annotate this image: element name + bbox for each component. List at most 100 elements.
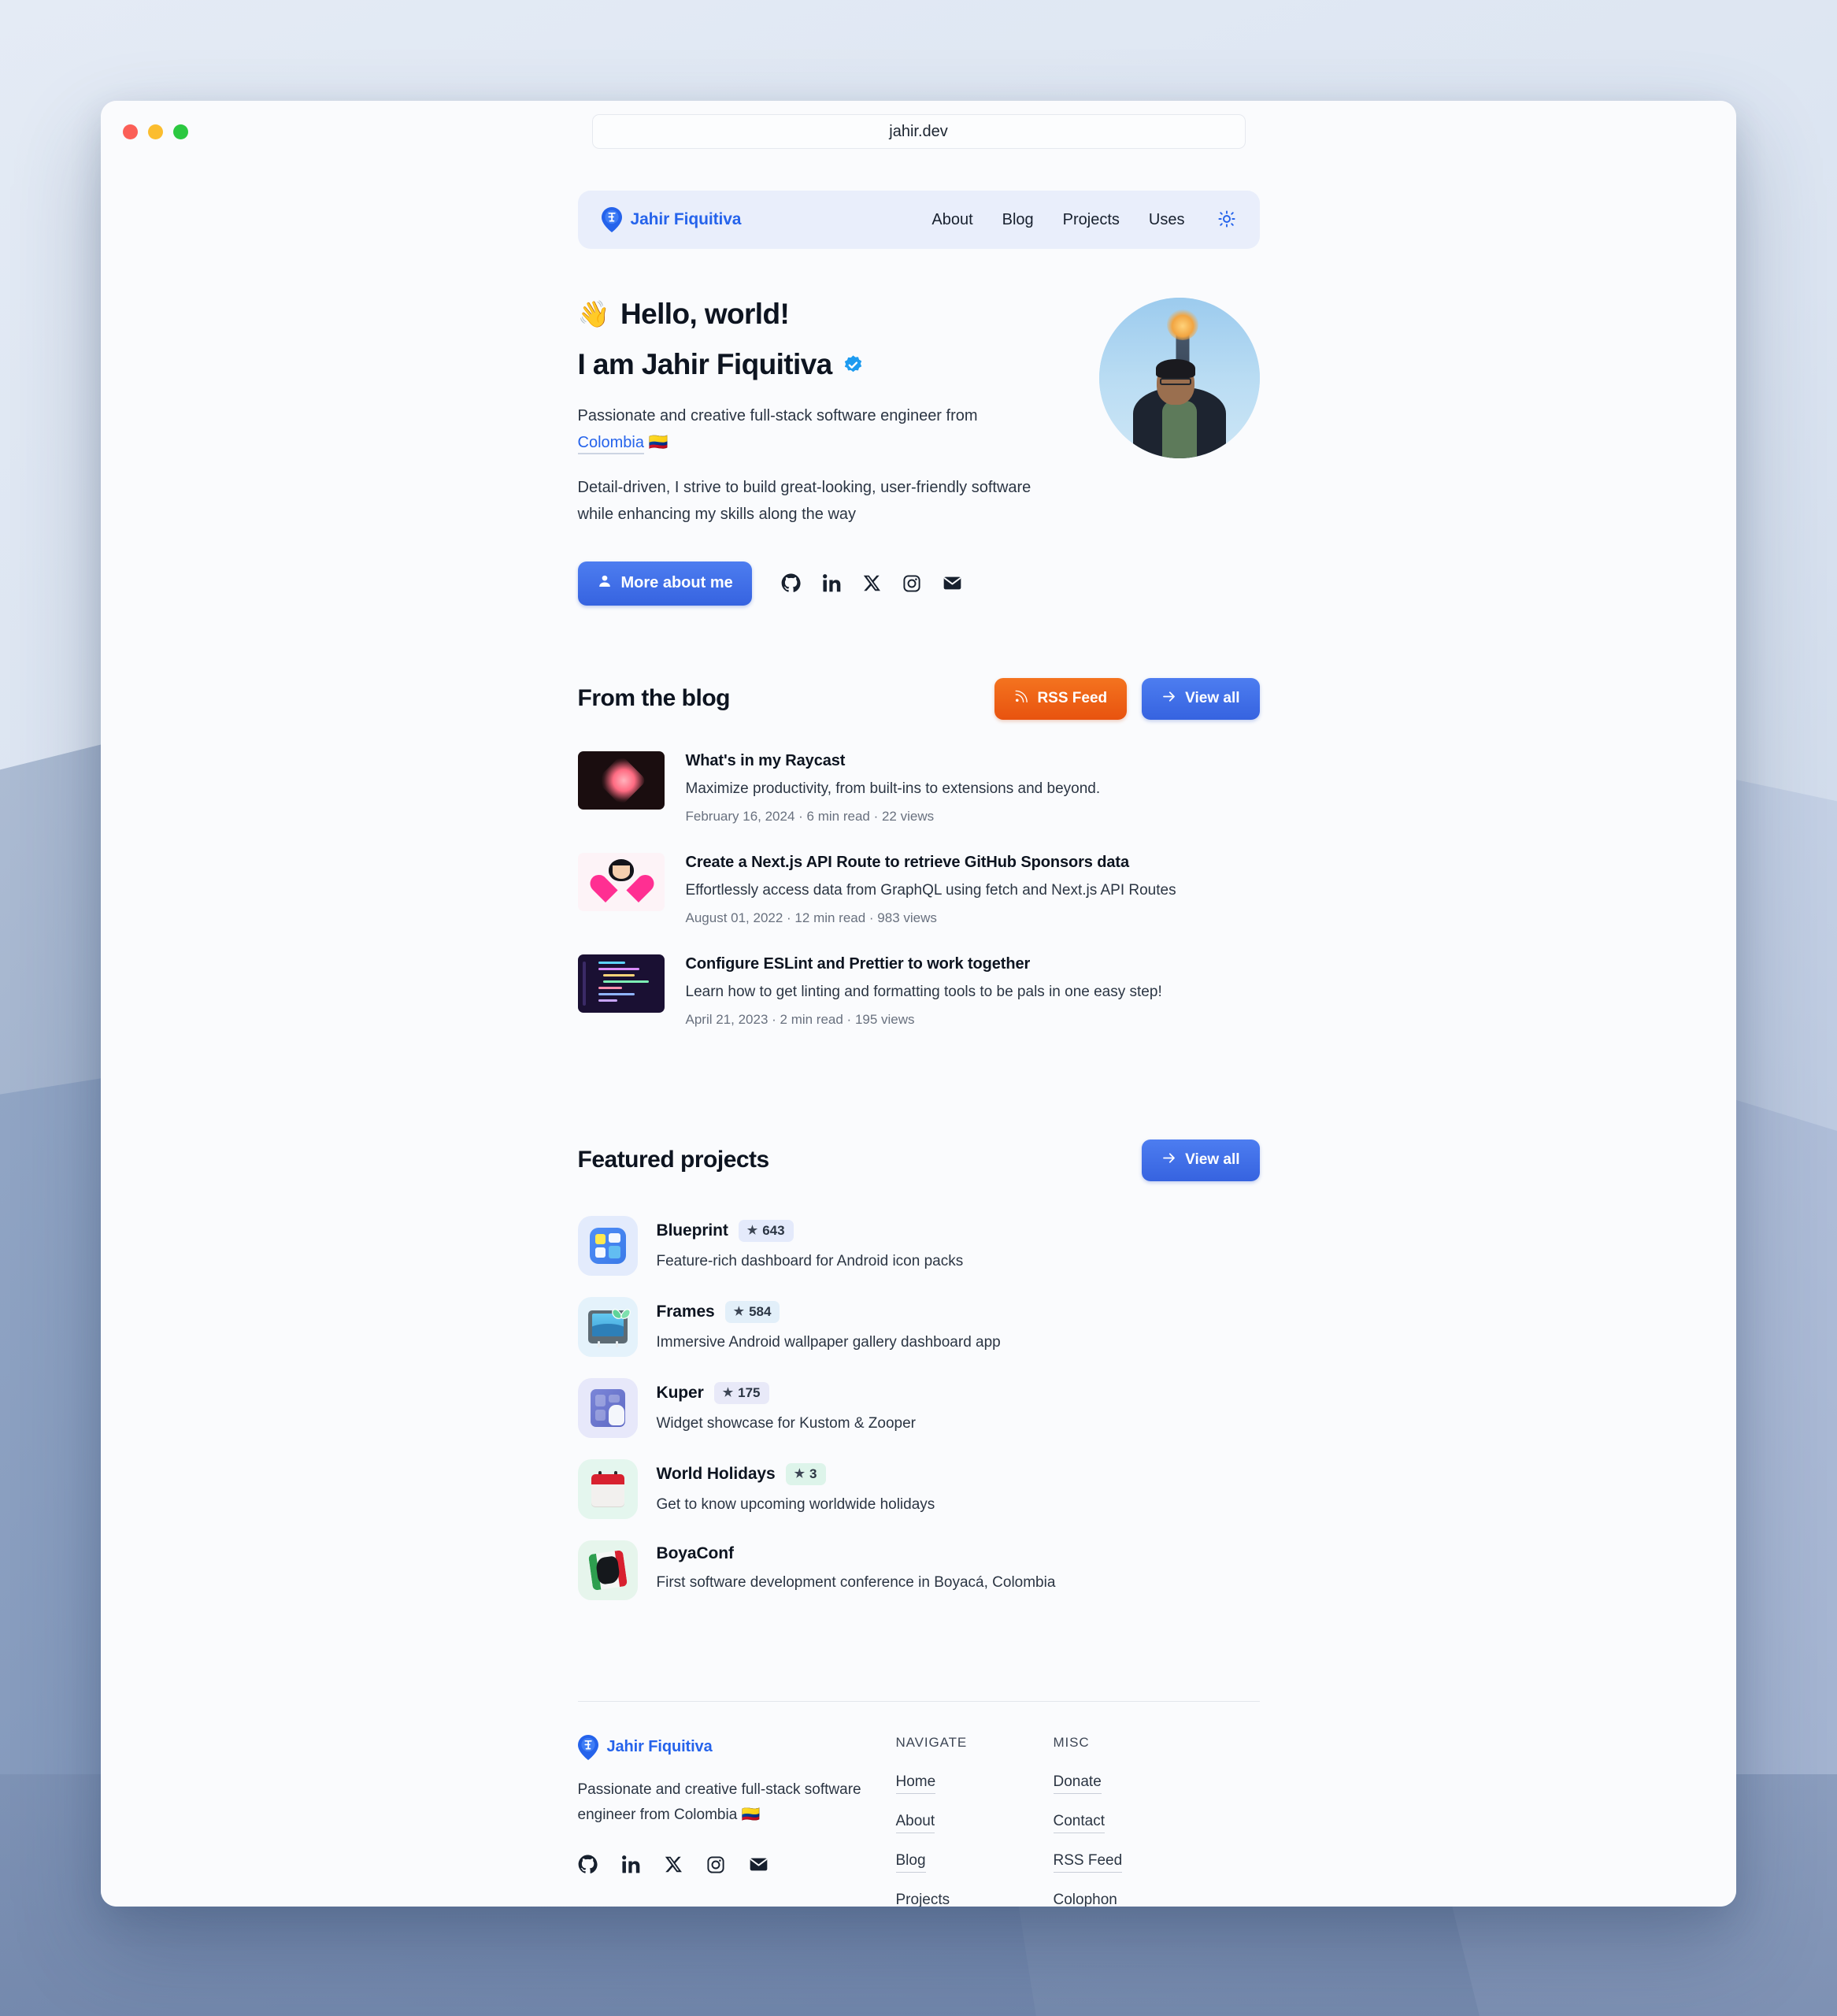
code-line: [598, 992, 635, 995]
minimize-window-button[interactable]: [148, 124, 163, 139]
nav-item-uses[interactable]: Uses: [1149, 211, 1185, 229]
avatar-shirt: [1161, 400, 1197, 458]
footer-description: Passionate and creative full-stack softw…: [577, 1781, 861, 1823]
project-description: First software development conference in…: [656, 1573, 1056, 1591]
avatar-glasses: [1160, 378, 1192, 385]
x-icon[interactable]: [863, 574, 881, 592]
project-item[interactable]: Frames ★ 584 Immersive Android wallpaper…: [577, 1296, 1260, 1357]
arrow-right-icon: [1161, 1151, 1176, 1170]
blog-section: From the blog RSS Feed View all What's i…: [577, 677, 1260, 1028]
project-name: Kuper: [656, 1383, 704, 1402]
blog-post-description: Maximize productivity, from built-ins to…: [685, 780, 1101, 797]
boyaconf-map-shape: [594, 1555, 620, 1585]
blog-post-title: Create a Next.js API Route to retrieve G…: [685, 853, 1130, 871]
github-icon[interactable]: [781, 573, 801, 593]
site-logo-link[interactable]: Jahir Fiquitiva: [601, 207, 741, 232]
site-footer: Jahir Fiquitiva Passionate and creative …: [577, 1734, 1260, 1907]
linkedin-icon[interactable]: [822, 573, 842, 593]
blog-post-meta: August 01, 2022 · 12 min read · 983 view…: [685, 910, 937, 925]
icon-cell: [594, 1233, 606, 1244]
hero-bio-text: Passionate and creative full-stack softw…: [577, 407, 978, 424]
instagram-icon[interactable]: [902, 574, 921, 593]
project-item[interactable]: Blueprint ★ 643 Feature-rich dashboard f…: [577, 1215, 1260, 1276]
project-item[interactable]: BoyaConf First software development conf…: [577, 1540, 1260, 1600]
footer-link-colophon[interactable]: Colophon: [1054, 1892, 1117, 1907]
blog-post-item[interactable]: What's in my Raycast Maximize productivi…: [577, 750, 1260, 825]
footer-divider: [577, 1700, 1260, 1702]
more-about-me-button[interactable]: More about me: [577, 561, 752, 606]
blog-post-meta: February 16, 2024 · 6 min read · 22 view…: [685, 808, 935, 824]
footer-link-rss-feed[interactable]: RSS Feed: [1053, 1852, 1123, 1873]
x-icon[interactable]: [665, 1855, 683, 1873]
hero-greeting-text: Hello, world!: [620, 298, 790, 330]
footer-link-projects[interactable]: Projects: [896, 1892, 950, 1907]
blog-view-all-button[interactable]: View all: [1142, 677, 1260, 720]
footer-logo-link[interactable]: Jahir Fiquitiva: [577, 1734, 896, 1760]
footer-link-contact[interactable]: Contact: [1053, 1813, 1105, 1833]
rss-feed-label: RSS Feed: [1037, 690, 1108, 707]
pin-logo-icon: [577, 1734, 598, 1760]
project-item[interactable]: Kuper ★ 175 Widget showcase for Kustom &…: [577, 1377, 1260, 1438]
colombia-flag-icon: 🇨🇴: [648, 434, 669, 452]
blog-view-all-label: View all: [1185, 690, 1240, 707]
nav-item-projects[interactable]: Projects: [1063, 211, 1120, 229]
projects-section: Featured projects View all Blueprint ★ 6…: [577, 1139, 1260, 1600]
theme-toggle-button[interactable]: [1217, 209, 1236, 231]
verified-badge-icon: [843, 354, 864, 376]
instagram-icon[interactable]: [706, 1855, 725, 1874]
raycast-glow: [594, 754, 647, 806]
star-badge: ★ 175: [713, 1381, 769, 1404]
avatar-hair: [1156, 358, 1196, 378]
blog-post-description: Effortlessly access data from GraphQL us…: [685, 881, 1176, 899]
linkedin-icon[interactable]: [621, 1855, 641, 1874]
email-icon[interactable]: [749, 1855, 769, 1874]
hero-greeting: 👋 Hello, world!: [578, 298, 1076, 331]
avatar: [1098, 298, 1260, 458]
code-line: [598, 999, 617, 1002]
code-line: [598, 986, 622, 989]
projects-section-title: Featured projects: [577, 1147, 770, 1173]
footer-link-donate[interactable]: Donate: [1053, 1773, 1102, 1794]
blog-section-title: From the blog: [577, 685, 731, 712]
projects-view-all-button[interactable]: View all: [1142, 1139, 1260, 1181]
browser-window: jahir.dev Jahir Fiquitiva About Blog Pro…: [101, 101, 1736, 1907]
boyaconf-icon-art: [587, 1549, 628, 1591]
nav-item-blog[interactable]: Blog: [1002, 211, 1034, 229]
pointing-hand-icon: [608, 1404, 624, 1425]
raycast-logo-thumbnail: [577, 750, 665, 810]
star-icon: ★: [746, 1224, 758, 1238]
browser-titlebar: jahir.dev: [101, 101, 1736, 162]
blog-post-item[interactable]: Configure ESLint and Prettier to work to…: [577, 954, 1260, 1028]
boyaconf-card: [587, 1549, 628, 1591]
nav-item-about[interactable]: About: [931, 211, 972, 229]
blog-post-description: Learn how to get linting and formatting …: [685, 983, 1162, 1000]
blueprint-icon-art: [589, 1227, 626, 1264]
project-description: Feature-rich dashboard for Android icon …: [656, 1252, 964, 1269]
blog-post-item[interactable]: Create a Next.js API Route to retrieve G…: [577, 852, 1260, 926]
footer-brand-column: Jahir Fiquitiva Passionate and creative …: [577, 1734, 896, 1907]
icon-cell: [594, 1247, 606, 1258]
kuper-icon-art: [590, 1388, 625, 1427]
widget-block: [594, 1394, 606, 1406]
footer-link-home[interactable]: Home: [895, 1773, 936, 1794]
address-bar[interactable]: jahir.dev: [591, 114, 1246, 149]
blueprint-app-icon: [577, 1215, 638, 1276]
site-header-nav: Jahir Fiquitiva About Blog Projects Uses: [577, 191, 1260, 249]
close-window-button[interactable]: [123, 124, 138, 139]
project-name: Blueprint: [656, 1221, 728, 1240]
rss-icon: [1014, 689, 1028, 708]
maximize-window-button[interactable]: [173, 124, 188, 139]
footer-social-links: [578, 1855, 896, 1874]
footer-link-blog[interactable]: Blog: [895, 1852, 926, 1873]
github-icon[interactable]: [578, 1855, 598, 1874]
butterfly-icon: [611, 1306, 631, 1325]
sun-icon: [1217, 209, 1236, 231]
project-description: Immersive Android wallpaper gallery dash…: [656, 1333, 1001, 1351]
country-link[interactable]: Colombia: [577, 434, 644, 455]
rss-feed-button[interactable]: RSS Feed: [994, 677, 1128, 720]
email-icon[interactable]: [943, 573, 962, 593]
project-item[interactable]: World Holidays ★ 3 Get to know upcoming …: [577, 1458, 1260, 1519]
footer-link-about[interactable]: About: [895, 1813, 935, 1833]
window-controls: [123, 124, 188, 139]
star-badge: ★ 584: [724, 1300, 780, 1323]
